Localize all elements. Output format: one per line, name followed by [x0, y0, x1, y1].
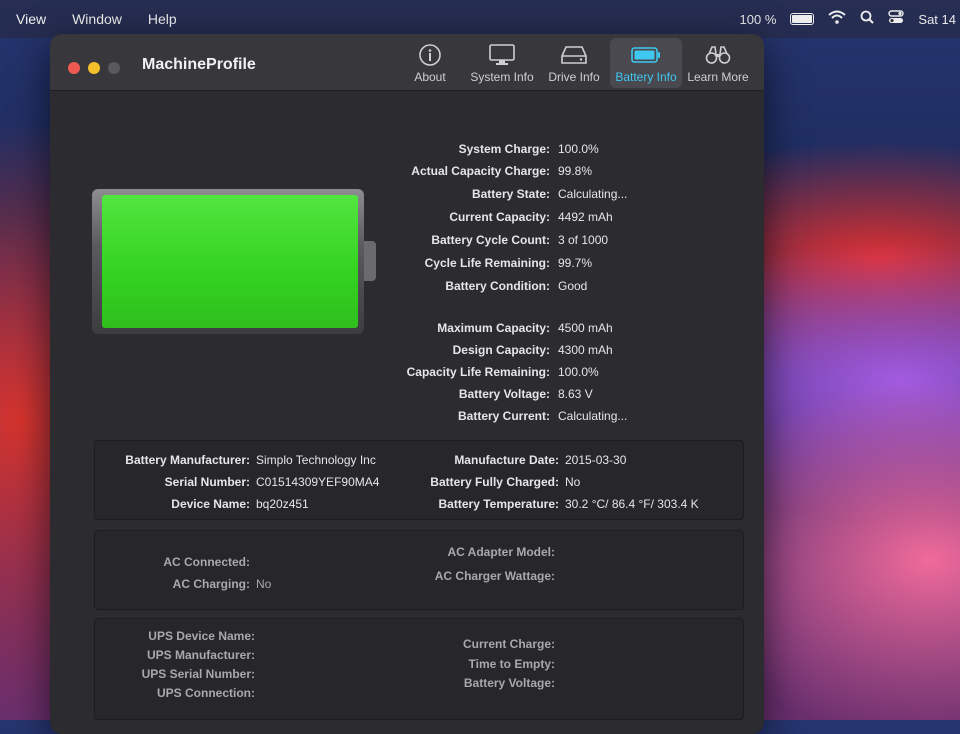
tab-system-info[interactable]: System Info	[466, 38, 538, 88]
search-icon[interactable]	[860, 10, 875, 28]
tab-label: System Info	[470, 70, 534, 84]
info-label: Maximum Capacity:	[437, 321, 550, 335]
info-value: 99.8%	[558, 164, 593, 178]
info-row: Battery Voltage:	[95, 676, 555, 694]
info-row: Battery Voltage: 8.63 V	[50, 387, 593, 405]
info-label: Battery Temperature:	[438, 497, 559, 511]
tab-battery-info[interactable]: Battery Info	[610, 38, 682, 88]
info-label: Cycle Life Remaining:	[424, 256, 550, 270]
manufacturer-panel: Battery Manufacturer: Simplo Technology …	[94, 440, 744, 520]
battery-percent[interactable]: 100 %	[740, 12, 777, 27]
menu-help[interactable]: Help	[148, 11, 177, 27]
info-value: 30.2 °C/ 86.4 °F/ 303.4 K	[565, 497, 699, 511]
info-value: No	[565, 475, 581, 489]
info-row: Battery Condition: Good	[50, 279, 587, 297]
title-bar: MachineProfile About System Info Drive I…	[50, 34, 764, 91]
tab-label: Battery Info	[615, 70, 677, 84]
info-label: Battery Fully Charged:	[430, 475, 559, 489]
info-value: Calculating...	[558, 409, 628, 423]
info-label: Actual Capacity Charge:	[411, 164, 550, 178]
info-label: Battery Cycle Count:	[431, 233, 550, 247]
info-row: Cycle Life Remaining: 99.7%	[50, 256, 592, 274]
info-row: AC Charger Wattage:	[95, 569, 555, 587]
info-label: Battery Voltage:	[458, 387, 550, 401]
info-row: Battery Fully Charged: No	[95, 475, 580, 493]
info-value: 100.0%	[558, 365, 599, 379]
info-icon	[418, 43, 442, 67]
info-row: Battery Cycle Count: 3 of 1000	[50, 233, 608, 251]
app-window: MachineProfile About System Info Drive I…	[50, 34, 764, 734]
info-value: 4500 mAh	[558, 321, 613, 335]
info-label: Battery Condition:	[445, 279, 550, 293]
tab-drive-info[interactable]: Drive Info	[538, 38, 610, 88]
info-value: 99.7%	[558, 256, 593, 270]
drive-icon	[561, 43, 587, 67]
menu-clock[interactable]: Sat 14	[918, 12, 956, 27]
info-row: Design Capacity: 4300 mAh	[50, 343, 613, 361]
info-label: Time to Empty:	[468, 657, 555, 671]
info-value: 8.63 V	[558, 387, 593, 401]
info-value: Calculating...	[558, 187, 628, 201]
info-row: Time to Empty:	[95, 657, 555, 675]
info-row: Manufacture Date: 2015-03-30	[95, 453, 626, 471]
tab-label: Drive Info	[548, 70, 600, 84]
menu-view[interactable]: View	[16, 11, 46, 27]
info-label: Current Charge:	[462, 637, 555, 651]
capacity-section: Maximum Capacity: 4500 mAh Design Capaci…	[50, 321, 628, 436]
info-value: 2015-03-30	[565, 453, 627, 467]
tab-label: About	[414, 70, 446, 84]
info-label: Capacity Life Remaining:	[406, 365, 550, 379]
tab-about[interactable]: About	[394, 38, 466, 88]
info-row: Battery Current: Calculating...	[50, 409, 627, 427]
binoculars-icon	[705, 43, 731, 67]
info-value: 4300 mAh	[558, 343, 613, 357]
info-label: Manufacture Date:	[454, 453, 559, 467]
info-value: Good	[558, 279, 588, 293]
info-row: Actual Capacity Charge: 99.8%	[50, 164, 592, 182]
close-button[interactable]	[68, 62, 80, 74]
info-label: System Charge:	[458, 142, 550, 156]
menu-window[interactable]: Window	[72, 11, 122, 27]
info-label: Battery Current:	[457, 409, 550, 423]
tab-learn-more[interactable]: Learn More	[682, 38, 754, 88]
minimize-button[interactable]	[88, 62, 100, 74]
info-label: AC Charger Wattage:	[434, 569, 555, 583]
info-row: Battery Temperature: 30.2 °C/ 86.4 °F/ 3…	[95, 497, 699, 515]
info-row: Current Charge:	[95, 637, 555, 655]
control-center-icon[interactable]	[888, 10, 905, 28]
ac-right: AC Adapter Model: AC Charger Wattage:	[95, 545, 555, 595]
monitor-icon	[489, 43, 515, 67]
info-value: 4492 mAh	[558, 210, 613, 224]
wifi-icon[interactable]	[828, 10, 847, 28]
info-row: Current Capacity: 4492 mAh	[50, 210, 612, 228]
ups-panel: UPS Device Name: UPS Manufacturer: UPS S…	[94, 618, 744, 720]
zoom-button[interactable]	[108, 62, 120, 74]
info-row: Battery State: Calculating...	[50, 187, 627, 205]
info-label: AC Adapter Model:	[447, 545, 555, 559]
info-label: Battery Voltage:	[463, 676, 555, 690]
info-row: Maximum Capacity: 4500 mAh	[50, 321, 612, 339]
info-label: Battery State:	[471, 187, 550, 201]
tab-label: Learn More	[687, 70, 749, 84]
ups-right: Current Charge: Time to Empty: Battery V…	[95, 637, 555, 707]
battery-status-icon[interactable]	[790, 13, 815, 25]
info-label: Current Capacity:	[449, 210, 550, 224]
info-row: Capacity Life Remaining: 100.0%	[50, 365, 599, 383]
info-row: AC Adapter Model:	[95, 545, 555, 563]
battery-icon	[631, 43, 661, 67]
info-row: System Charge: 100.0%	[50, 142, 599, 160]
toolbar: About System Info Drive Info Battery Inf…	[394, 38, 754, 88]
window-title: MachineProfile	[142, 56, 256, 73]
window-controls	[68, 62, 120, 74]
menu-bar: View Window Help 100 % Sat 14	[0, 0, 960, 38]
info-label: Design Capacity:	[452, 343, 550, 357]
ac-panel: AC Connected: AC Charging: No AC Adapter…	[94, 530, 744, 610]
info-value: 100.0%	[558, 142, 599, 156]
info-value: 3 of 1000	[558, 233, 609, 247]
manufacturer-right: Manufacture Date: 2015-03-30 Battery Ful…	[95, 453, 699, 515]
battery-info-section: System Charge: 100.0% Actual Capacity Ch…	[50, 142, 627, 302]
